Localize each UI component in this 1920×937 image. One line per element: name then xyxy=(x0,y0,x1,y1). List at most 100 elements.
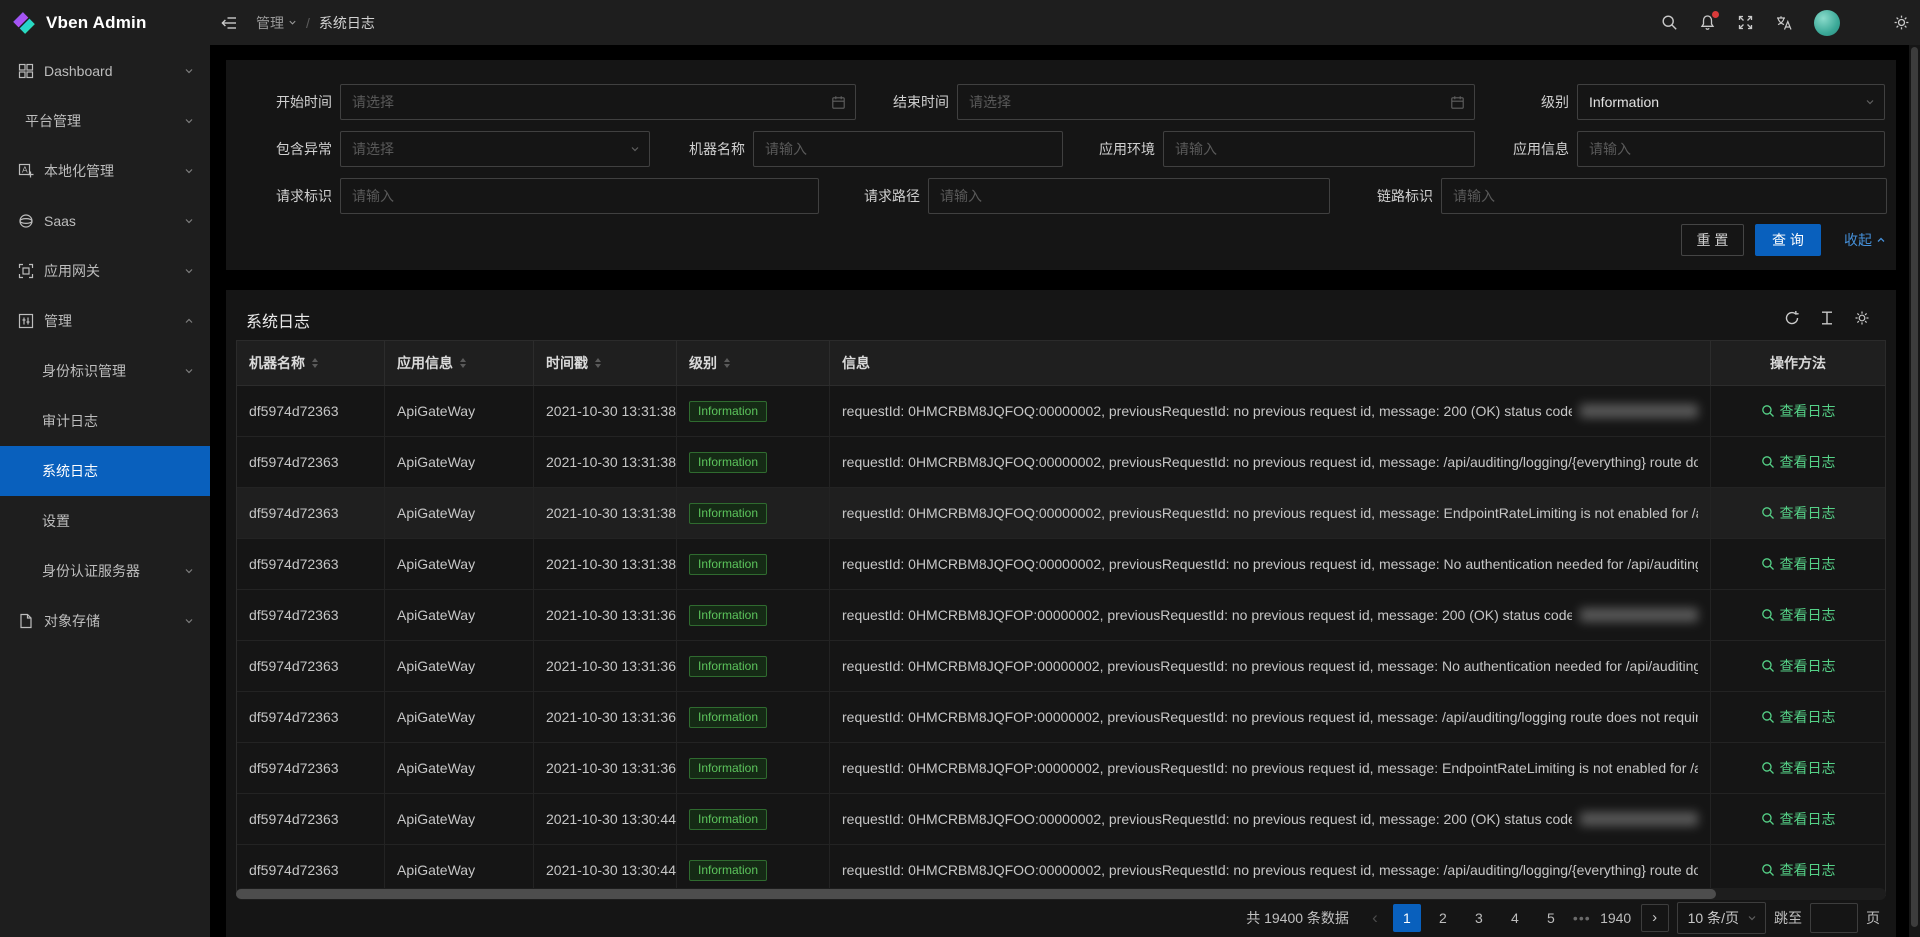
sidebar-item-dashboard[interactable]: Dashboard xyxy=(0,46,210,96)
timestamp-text: 2021-10-30 13:31:38 xyxy=(546,505,676,521)
view-log-link[interactable]: 查看日志 xyxy=(1761,758,1836,778)
fullscreen-icon[interactable] xyxy=(1737,14,1754,31)
app-logo[interactable]: Vben Admin xyxy=(0,0,210,46)
app-info-text: ApiGateWay xyxy=(397,556,475,572)
pagination-page-2[interactable]: 2 xyxy=(1429,904,1457,932)
request-path-input[interactable]: 请输入 xyxy=(928,178,1330,214)
pagination-next-button[interactable]: › xyxy=(1641,904,1669,932)
notification-badge xyxy=(1712,11,1719,18)
view-log-link[interactable]: 查看日志 xyxy=(1761,707,1836,727)
table-row: df5974d72363ApiGateWay2021-10-30 13:31:3… xyxy=(237,437,1885,488)
page-size-select[interactable]: 10 条/页 xyxy=(1677,902,1766,934)
request-id-input[interactable]: 请输入 xyxy=(340,178,819,214)
machine-name-input[interactable]: 请输入 xyxy=(753,131,1063,167)
pagination-page-5[interactable]: 5 xyxy=(1537,904,1565,932)
pagination: 共 19400 条数据 ‹ 12345 ••• 1940 › 10 条/页 跳至… xyxy=(1246,902,1880,934)
view-log-link[interactable]: 查看日志 xyxy=(1761,809,1836,829)
view-log-link[interactable]: 查看日志 xyxy=(1761,860,1836,880)
notification-bell-icon[interactable] xyxy=(1699,14,1716,31)
pagination-last-page[interactable]: 1940 xyxy=(1599,904,1633,932)
page-scrollbar[interactable] xyxy=(1909,45,1920,937)
page-scrollbar-thumb[interactable] xyxy=(1911,47,1918,927)
view-log-label: 查看日志 xyxy=(1780,707,1836,727)
cell-timestamp: 2021-10-30 13:31:36 xyxy=(534,641,677,691)
cell-actions: 查看日志 xyxy=(1711,743,1885,793)
breadcrumb-parent[interactable]: 管理 xyxy=(256,13,297,33)
column-settings-gear-icon[interactable] xyxy=(1854,310,1870,326)
sidebar-item-system-logs[interactable]: 系统日志 xyxy=(0,446,210,496)
sidebar-item-localization[interactable]: A本地化管理 xyxy=(0,146,210,196)
view-log-label: 查看日志 xyxy=(1780,758,1836,778)
include-exception-select[interactable]: 请选择 xyxy=(340,131,650,167)
horizontal-scrollbar-thumb[interactable] xyxy=(236,889,1716,899)
level-select[interactable]: Information xyxy=(1577,84,1885,120)
view-log-link[interactable]: 查看日志 xyxy=(1761,656,1836,676)
view-log-link[interactable]: 查看日志 xyxy=(1761,554,1836,574)
locale-translate-icon[interactable] xyxy=(1775,14,1793,32)
search-button[interactable]: 查 询 xyxy=(1755,224,1821,256)
jump-page-input[interactable] xyxy=(1810,903,1858,933)
column-header-app-info[interactable]: 应用信息 xyxy=(385,341,534,385)
sidebar-item-object-storage[interactable]: 对象存储 xyxy=(0,596,210,646)
end-time-date-picker[interactable]: 请选择 xyxy=(957,84,1475,120)
trace-id-input[interactable]: 请输入 xyxy=(1441,178,1887,214)
cell-message: requestId: 0HMCRBM8JQFOO:00000002, previ… xyxy=(830,794,1711,844)
logo-icon xyxy=(11,10,37,36)
sort-icon[interactable] xyxy=(312,358,318,368)
app-environment-input[interactable]: 请输入 xyxy=(1163,131,1475,167)
cell-level: Information xyxy=(677,437,830,487)
machine-name-text: df5974d72363 xyxy=(249,403,339,419)
start-time-date-picker[interactable]: 请选择 xyxy=(340,84,856,120)
view-log-link[interactable]: 查看日志 xyxy=(1761,452,1836,472)
cell-app-info: ApiGateWay xyxy=(385,641,534,691)
sidebar-item-auth-server[interactable]: 身份认证服务器 xyxy=(0,546,210,596)
cell-app-info: ApiGateWay xyxy=(385,743,534,793)
redacted-blur xyxy=(1580,608,1698,622)
view-log-label: 查看日志 xyxy=(1780,452,1836,472)
app-info-input[interactable]: 请输入 xyxy=(1577,131,1885,167)
collapse-filter-link[interactable]: 收起 xyxy=(1830,224,1900,256)
sort-icon[interactable] xyxy=(460,358,466,368)
horizontal-scrollbar[interactable] xyxy=(236,888,1886,900)
sidebar-item-platform-management[interactable]: 平台管理 xyxy=(0,96,210,146)
pagination-ellipsis[interactable]: ••• xyxy=(1573,910,1591,926)
sidebar-item-identity-management[interactable]: 身份标识管理 xyxy=(0,346,210,396)
sidebar-item-management[interactable]: 管理 xyxy=(0,296,210,346)
chevron-down-icon xyxy=(184,616,194,626)
app-info-text: ApiGateWay xyxy=(397,403,475,419)
chevron-down-icon xyxy=(184,566,194,576)
sidebar-item-app-gateway[interactable]: 应用网关 xyxy=(0,246,210,296)
reset-button[interactable]: 重 置 xyxy=(1681,224,1744,256)
chevron-down-icon xyxy=(184,366,194,376)
header-actions xyxy=(1661,10,1920,36)
view-log-link[interactable]: 查看日志 xyxy=(1761,503,1836,523)
cell-actions: 查看日志 xyxy=(1711,794,1885,844)
pagination-prev-button[interactable]: ‹ xyxy=(1365,908,1385,928)
pagination-page-4[interactable]: 4 xyxy=(1501,904,1529,932)
column-header-level[interactable]: 级别 xyxy=(677,341,830,385)
cell-actions: 查看日志 xyxy=(1711,590,1885,640)
cell-machine-name: df5974d72363 xyxy=(237,386,385,436)
filter-field-app-environment: 应用环境请输入 xyxy=(1066,131,1475,167)
menu-collapse-icon[interactable] xyxy=(220,14,238,32)
row-height-icon[interactable] xyxy=(1819,310,1835,326)
field-label: 开始时间 xyxy=(246,92,332,112)
column-header-machine-name[interactable]: 机器名称 xyxy=(237,341,385,385)
search-icon[interactable] xyxy=(1661,14,1678,31)
sort-icon[interactable] xyxy=(595,358,601,368)
field-placeholder: 请选择 xyxy=(352,92,394,112)
sidebar-item-settings[interactable]: 设置 xyxy=(0,496,210,546)
settings-gear-icon[interactable] xyxy=(1893,14,1910,31)
sort-icon[interactable] xyxy=(724,358,730,368)
pagination-pages: 12345 xyxy=(1393,904,1565,932)
user-avatar[interactable] xyxy=(1814,10,1840,36)
pagination-page-3[interactable]: 3 xyxy=(1465,904,1493,932)
cell-machine-name: df5974d72363 xyxy=(237,590,385,640)
column-header-timestamp[interactable]: 时间戳 xyxy=(534,341,677,385)
sidebar-item-saas[interactable]: Saas xyxy=(0,196,210,246)
view-log-link[interactable]: 查看日志 xyxy=(1761,605,1836,625)
refresh-icon[interactable] xyxy=(1784,310,1800,326)
view-log-link[interactable]: 查看日志 xyxy=(1761,401,1836,421)
pagination-page-1[interactable]: 1 xyxy=(1393,904,1421,932)
sidebar-item-audit-logs[interactable]: 审计日志 xyxy=(0,396,210,446)
